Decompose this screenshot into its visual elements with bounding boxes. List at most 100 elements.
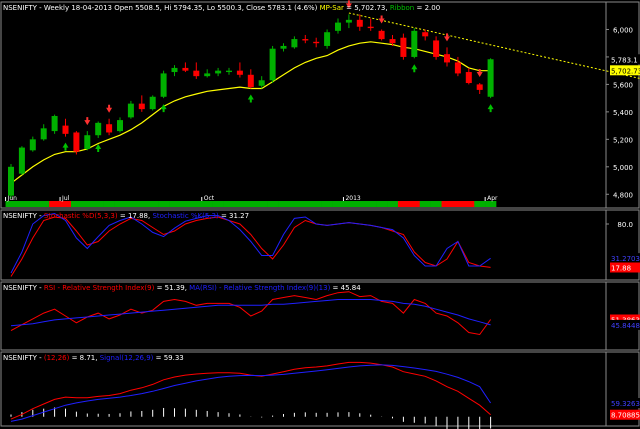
candle-up: [280, 45, 287, 49]
title-part: Ribbon: [390, 4, 414, 12]
candle-up: [149, 96, 156, 110]
title-part: = 31.27: [219, 212, 249, 220]
value-label: 59.3263: [611, 400, 640, 408]
candle-up: [215, 70, 222, 74]
x-tick-label: Jun: [7, 195, 18, 202]
ribbon-segment: [234, 201, 246, 207]
candle-down: [389, 39, 396, 44]
ribbon-segment: [278, 201, 290, 207]
ribbon-segment: [387, 201, 399, 207]
y-tick-label: 5,200: [613, 136, 633, 144]
ribbon-segment: [256, 201, 268, 207]
ribbon-segment: [158, 201, 170, 207]
ribbon-segment: [212, 201, 224, 207]
candle-down: [476, 84, 483, 90]
title-part: RSI - Relative Strength Index(9): [44, 284, 155, 292]
ribbon-segment: [430, 201, 442, 207]
candle-up: [324, 32, 331, 46]
candle-up: [411, 30, 418, 57]
candle-down: [465, 72, 472, 84]
candle-up: [18, 147, 25, 174]
value-label: 45.8448: [611, 322, 640, 330]
title-part: = 17.88,: [118, 212, 153, 220]
candle-up: [487, 59, 494, 97]
ribbon-segment: [408, 201, 421, 207]
ribbon-segment: [114, 201, 126, 207]
candle-up: [40, 128, 47, 140]
ribbon-segment: [332, 201, 344, 207]
candle-down: [247, 74, 254, 88]
value-label: 31.2703: [611, 255, 640, 263]
x-tick-label: Oct: [204, 195, 215, 202]
value-label: 5,783.1: [611, 56, 638, 64]
title-part: Signal(12,26,9): [100, 354, 154, 362]
x-tick-label: Apr: [487, 195, 498, 202]
title-part: NSENIFTY -: [3, 284, 44, 292]
ribbon-segment: [441, 201, 453, 207]
title-part: MA(RSI) - Relative Strength Index(9)(13): [189, 284, 330, 292]
candle-up: [345, 19, 352, 23]
candle-down: [422, 32, 429, 37]
ribbon-segment: [103, 201, 115, 207]
candle-up: [335, 22, 341, 31]
x-tick-label: Jul: [61, 195, 70, 202]
y-tick-label: 5,600: [613, 81, 633, 89]
y-tick-label: 80.0: [617, 221, 633, 229]
candle-down: [106, 124, 113, 133]
candle-up: [84, 135, 91, 149]
ribbon-segment: [376, 201, 388, 207]
candle-up: [127, 103, 134, 118]
x-tick-label: 2013: [345, 195, 360, 202]
ribbon-segment: [49, 201, 61, 207]
ribbon-segment: [136, 201, 148, 207]
title-part: NSENIFTY -: [3, 212, 44, 220]
candle-down: [62, 125, 69, 134]
ribbon-segment: [190, 201, 203, 207]
candle-up: [95, 122, 102, 136]
title-part: Stochastic %K(5,3): [152, 212, 219, 220]
ribbon-segment: [92, 201, 104, 207]
panel-title: NSENIFTY - RSI - Relative Strength Index…: [3, 284, 361, 292]
candle-up: [269, 48, 276, 81]
ribbon-segment: [27, 201, 39, 207]
candle-down: [433, 40, 440, 57]
candle-down: [182, 67, 189, 71]
title-part: NSENIFTY - Weekly 18-04-2013 Open 5508.5…: [3, 4, 320, 12]
panel-title: NSENIFTY - (12,26) = 8.71, Signal(12,26,…: [3, 354, 184, 362]
title-part: = 5,702.73,: [344, 4, 390, 12]
candle-down: [302, 39, 309, 41]
title-part: = 59.33: [153, 354, 183, 362]
value-label: 5,702.73: [611, 67, 640, 75]
candle-up: [51, 115, 58, 132]
ribbon-segment: [310, 201, 322, 207]
candle-down: [367, 26, 374, 29]
y-tick-label: 4,800: [613, 191, 633, 199]
ribbon-segment: [463, 201, 475, 207]
ribbon-segment: [267, 201, 279, 207]
ribbon-segment: [147, 201, 159, 207]
ribbon-segment: [397, 201, 410, 207]
title-part: NSENIFTY -: [3, 354, 44, 362]
ribbon-segment: [169, 201, 181, 207]
title-part: = 51.39,: [154, 284, 189, 292]
ribbon-segment: [70, 201, 83, 207]
ribbon-segment: [365, 201, 377, 207]
ribbon-segment: [452, 201, 464, 207]
candle-up: [258, 80, 265, 86]
chart-canvas: 4,8005,0005,2005,4005,6005,8006,000JunJu…: [0, 0, 640, 429]
candle-down: [138, 103, 145, 110]
candle-down: [356, 19, 363, 27]
y-tick-label: 5,000: [613, 164, 633, 172]
candle-down: [444, 54, 450, 63]
panel-title: NSENIFTY - Stochastic %D(5,3,3) = 17.88,…: [3, 212, 249, 220]
y-tick-label: 6,000: [613, 26, 633, 34]
candle-up: [117, 120, 123, 132]
title-part: Stochastic %D(5,3,3): [44, 212, 118, 220]
title-part: = 2.00: [414, 4, 440, 12]
y-tick-label: 5,400: [613, 109, 633, 117]
ribbon-segment: [419, 201, 431, 207]
ribbon-segment: [288, 201, 301, 207]
ribbon-segment: [299, 201, 312, 207]
candle-up: [29, 139, 36, 151]
ribbon-segment: [16, 201, 28, 207]
